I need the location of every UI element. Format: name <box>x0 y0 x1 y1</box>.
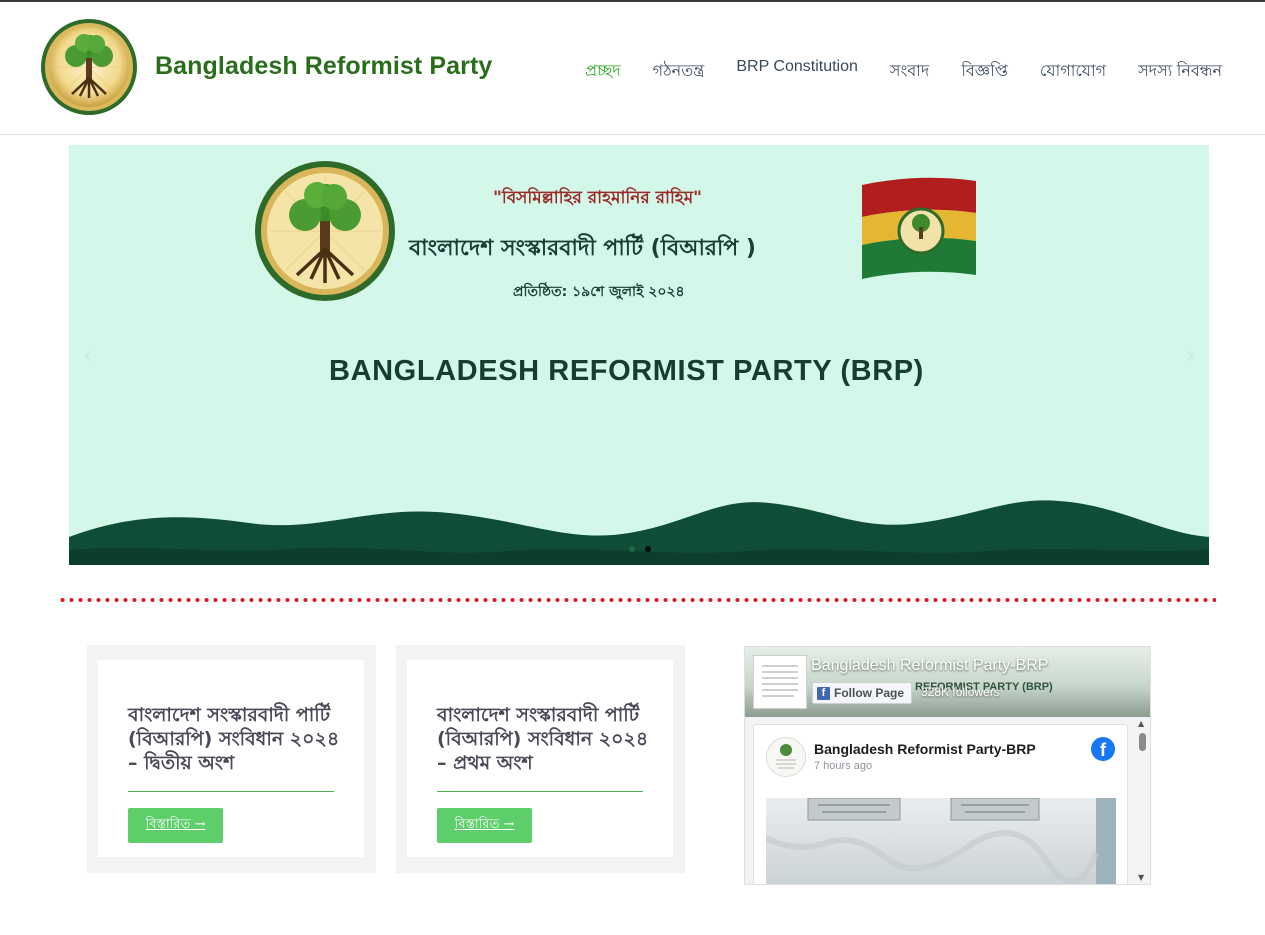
fb-scrollbar[interactable]: ▲ ▼ <box>1136 717 1148 882</box>
facebook-icon[interactable]: f <box>1091 737 1115 761</box>
fb-followers-count: 328K followers <box>921 685 1000 699</box>
nav-item-news[interactable]: সংবাদ <box>890 58 929 85</box>
post-card: বাংলাদেশ সংস্কারবাদী পার্টি (বিআরপি) সংব… <box>396 645 685 873</box>
fb-post-time[interactable]: 7 hours ago <box>814 760 872 772</box>
dotted-divider <box>58 596 1216 604</box>
post-card-inner: বাংলাদেশ সংস্কারবাদী পার্টি (বিআরপি) সংব… <box>98 660 364 857</box>
bismillah-text: "বিসমিল্লাহির রাহমানির রাহিম" <box>493 188 703 208</box>
nav-item-member-registration[interactable]: সদস্য নিবন্ধন <box>1138 58 1222 85</box>
fb-post-avatar[interactable] <box>766 737 806 777</box>
read-more-button[interactable]: বিস্তারিত → <box>437 808 532 843</box>
nav-item-constitution-bn[interactable]: গঠনতন্ত্র <box>653 58 705 85</box>
post-title[interactable]: বাংলাদেশ সংস্কারবাদী পার্টি (বিআরপি) সংব… <box>437 703 652 775</box>
scroll-up-icon[interactable]: ▲ <box>1138 719 1144 728</box>
post-card-inner: বাংলাদেশ সংস্কারবাদী পার্টি (বিআরপি) সংব… <box>407 660 673 857</box>
party-name-en: BANGLADESH REFORMIST PARTY (BRP) <box>329 355 924 387</box>
fb-cover-image[interactable]: REFORMIST PARTY (BRP) Bangladesh Reformi… <box>745 647 1150 717</box>
fb-follow-label: Follow Page <box>834 686 905 700</box>
scroll-thumb[interactable] <box>1139 733 1146 751</box>
post-divider <box>128 791 334 792</box>
emblem-icon <box>255 161 395 301</box>
fb-follow-button[interactable]: f Follow Page <box>812 682 913 704</box>
site-title[interactable]: Bangladesh Reformist Party <box>155 52 492 81</box>
slide-dot-1 <box>629 546 635 552</box>
nav-item-contact[interactable]: যোগাযোগ <box>1040 58 1106 85</box>
nav-item-notices[interactable]: বিজ্ঞপ্তি <box>961 58 1008 85</box>
fb-post: Bangladesh Reformist Party-BRP 7 hours a… <box>753 724 1128 884</box>
party-name-bn: বাংলাদেশ সংস্কারবাদী পার্টি (বিআরপি ) <box>409 236 756 261</box>
post-card: বাংলাদেশ সংস্কারবাদী পার্টি (বিআরপি) সংব… <box>87 645 376 873</box>
fb-post-photo[interactable] <box>766 798 1116 884</box>
nav-item-home[interactable]: প্রচ্ছদ <box>585 58 621 85</box>
scroll-down-icon[interactable]: ▼ <box>1138 873 1144 882</box>
post-divider <box>437 791 643 792</box>
founded-date: প্রতিষ্ঠিত: ১৯শে জুলাই ২০২৪ <box>513 284 685 300</box>
slide-dot-2 <box>645 546 651 552</box>
facebook-f-icon: f <box>817 686 830 700</box>
nav-item-brp-constitution[interactable]: BRP Constitution <box>736 58 858 85</box>
fb-page-thumbnail[interactable] <box>753 655 807 709</box>
site-header: Bangladesh Reformist Party প্রচ্ছদ গঠনতন… <box>0 2 1265 135</box>
party-logo-icon[interactable] <box>40 18 138 116</box>
read-more-button[interactable]: বিস্তারিত → <box>128 808 223 843</box>
facebook-page-widget: REFORMIST PARTY (BRP) Bangladesh Reformi… <box>744 646 1151 885</box>
main-nav: প্রচ্ছদ গঠনতন্ত্র BRP Constitution সংবাদ… <box>553 58 1222 85</box>
post-title[interactable]: বাংলাদেশ সংস্কারবাদী পার্টি (বিআরপি) সংব… <box>128 703 343 775</box>
chevron-left-icon[interactable]: ‹ <box>83 343 92 368</box>
hero-slider[interactable]: "বিসমিল্লাহির রাহমানির রাহিম" বাংলাদেশ স… <box>69 145 1209 565</box>
fb-page-name[interactable]: Bangladesh Reformist Party-BRP <box>811 657 1048 675</box>
fb-post-author[interactable]: Bangladesh Reformist Party-BRP <box>814 741 1036 757</box>
chevron-right-icon[interactable]: › <box>1186 343 1195 368</box>
party-flag-icon <box>862 177 976 279</box>
